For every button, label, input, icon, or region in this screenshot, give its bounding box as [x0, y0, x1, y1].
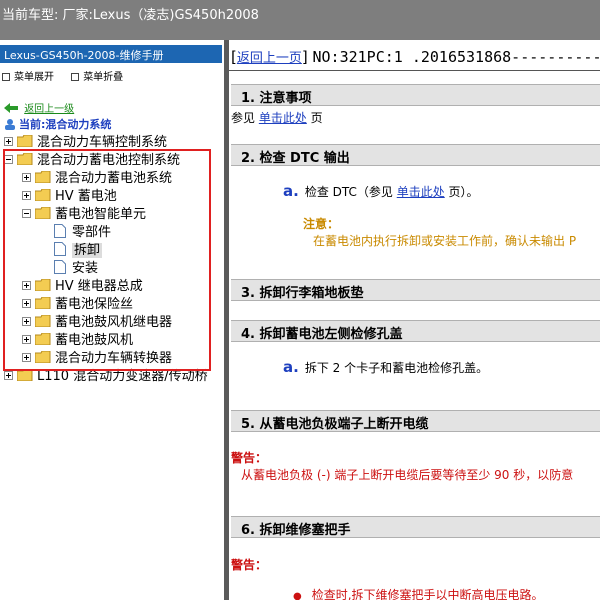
- expand-toggle-icon[interactable]: [22, 335, 31, 344]
- tree-item-hv-battery[interactable]: HV 蓄电池: [22, 188, 117, 206]
- manual-title: Lexus-GS450h-2008-维修手册: [0, 45, 222, 63]
- divider: [229, 70, 600, 71]
- window-title: 当前车型: 厂家:Lexus（凌志)GS450h2008: [2, 8, 259, 23]
- warning-title: 警告：: [231, 451, 268, 465]
- section-1-header: 1. 注意事项: [231, 84, 600, 106]
- collapse-toggle-icon[interactable]: [4, 155, 13, 164]
- tree-item-battery-system[interactable]: 混合动力蓄电池系统: [22, 170, 172, 188]
- section-2-step: a. 检查 DTC（参见 单击此处 页）。: [283, 182, 479, 200]
- folder-icon: [35, 171, 51, 183]
- tree-item-l110-transaxle[interactable]: L110 混合动力变速器/传动桥: [4, 368, 208, 386]
- section-6-header: 6. 拆卸维修塞把手: [231, 516, 600, 538]
- warning-text: 从蓄电池负极 (-) 端子上断开电缆后要等待至少 90 秒，以防意: [241, 468, 574, 482]
- menu-square-icon: [71, 73, 80, 81]
- folder-icon: [17, 135, 33, 147]
- section-4-header: 4. 拆卸蓄电池左侧检修孔盖: [231, 320, 600, 342]
- back-arrow-icon: [4, 103, 18, 113]
- folder-icon: [35, 297, 51, 309]
- tree-item-removal[interactable]: 拆卸: [54, 242, 103, 260]
- current-location-label: 当前:混合动力系统: [19, 118, 112, 131]
- section-1-text: 参见 单击此处 页: [231, 111, 323, 125]
- back-up-link[interactable]: 返回上一级: [24, 104, 74, 115]
- tree-item-converter[interactable]: 混合动力车辆转换器: [22, 350, 172, 368]
- tree-item-battery-smart-unit[interactable]: 蓄电池智能单元: [22, 206, 146, 224]
- user-icon: [5, 119, 15, 130]
- window-title-bar: 当前车型: 厂家:Lexus（凌志)GS450h2008: [0, 0, 600, 40]
- doc-number: NO:321PC:1 .2016531868------------: [312, 48, 600, 66]
- menu-square-icon: [2, 73, 10, 81]
- section-4-step: a. 拆下 2 个卡子和蓄电池检修孔盖。: [283, 358, 489, 376]
- folder-icon: [35, 189, 51, 201]
- back-up-row: 返回上一级: [4, 100, 74, 115]
- section-3-header: 3. 拆卸行李箱地板垫: [231, 279, 600, 301]
- menu-collapse-button[interactable]: 菜单折叠: [71, 72, 123, 83]
- note-title: 注意：: [303, 217, 340, 231]
- back-page-link[interactable]: 返回上一页: [237, 51, 302, 66]
- tree-item-blower[interactable]: 蓄电池鼓风机: [22, 332, 133, 350]
- doc-header: [返回上一页] NO:321PC:1 .2016531868----------…: [231, 47, 600, 66]
- bullet-icon: ●: [293, 591, 302, 600]
- section-2-header: 2. 检查 DTC 输出: [231, 144, 600, 166]
- menu-bar: 菜单展开 菜单折叠: [2, 68, 137, 83]
- expand-toggle-icon[interactable]: [22, 281, 31, 290]
- expand-toggle-icon[interactable]: [22, 353, 31, 362]
- warning-title-2: 警告：: [231, 558, 268, 572]
- tree-item-components[interactable]: 零部件: [54, 224, 111, 242]
- expand-toggle-icon[interactable]: [22, 173, 31, 182]
- expand-toggle-icon[interactable]: [22, 317, 31, 326]
- folder-icon: [35, 333, 51, 345]
- expand-toggle-icon[interactable]: [22, 191, 31, 200]
- folder-icon: [17, 153, 33, 165]
- bullet-item: ● 检查时,拆下维修塞把手以中断高电压电路。: [293, 588, 544, 600]
- current-location: 当前:混合动力系统: [4, 116, 111, 132]
- expand-toggle-icon[interactable]: [4, 137, 13, 146]
- folder-icon: [35, 315, 51, 327]
- page-icon: [54, 224, 66, 238]
- collapse-toggle-icon[interactable]: [22, 209, 31, 218]
- section-1-link[interactable]: 单击此处: [259, 111, 307, 125]
- tree-item-battery-control-system[interactable]: 混合动力蓄电池控制系统: [4, 152, 180, 170]
- tree-item-installation[interactable]: 安装: [54, 260, 98, 278]
- tree-item-battery-fuse[interactable]: 蓄电池保险丝: [22, 296, 133, 314]
- page-icon: [54, 242, 66, 256]
- left-navigation-panel: Lexus-GS450h-2008-维修手册 菜单展开 菜单折叠 返回上一级 当…: [0, 40, 224, 600]
- folder-icon: [35, 351, 51, 363]
- tree-item-blower-relay[interactable]: 蓄电池鼓风机继电器: [22, 314, 172, 332]
- menu-expand-button[interactable]: 菜单展开: [2, 72, 54, 83]
- page-icon: [54, 260, 66, 274]
- note-text: 在蓄电池内执行拆卸或安装工作前，确认未输出 P: [313, 234, 577, 248]
- tree-item-hybrid-vehicle-control[interactable]: 混合动力车辆控制系统: [4, 134, 167, 152]
- tree-item-hv-relay-assembly[interactable]: HV 继电器总成: [22, 278, 143, 296]
- folder-icon: [35, 279, 51, 291]
- section-2-link[interactable]: 单击此处: [397, 185, 445, 199]
- folder-icon: [17, 369, 33, 381]
- section-5-header: 5. 从蓄电池负极端子上断开电缆: [231, 410, 600, 432]
- content-panel: [返回上一页] NO:321PC:1 .2016531868----------…: [229, 40, 600, 600]
- expand-toggle-icon[interactable]: [22, 299, 31, 308]
- folder-icon: [35, 207, 51, 219]
- expand-toggle-icon[interactable]: [4, 371, 13, 380]
